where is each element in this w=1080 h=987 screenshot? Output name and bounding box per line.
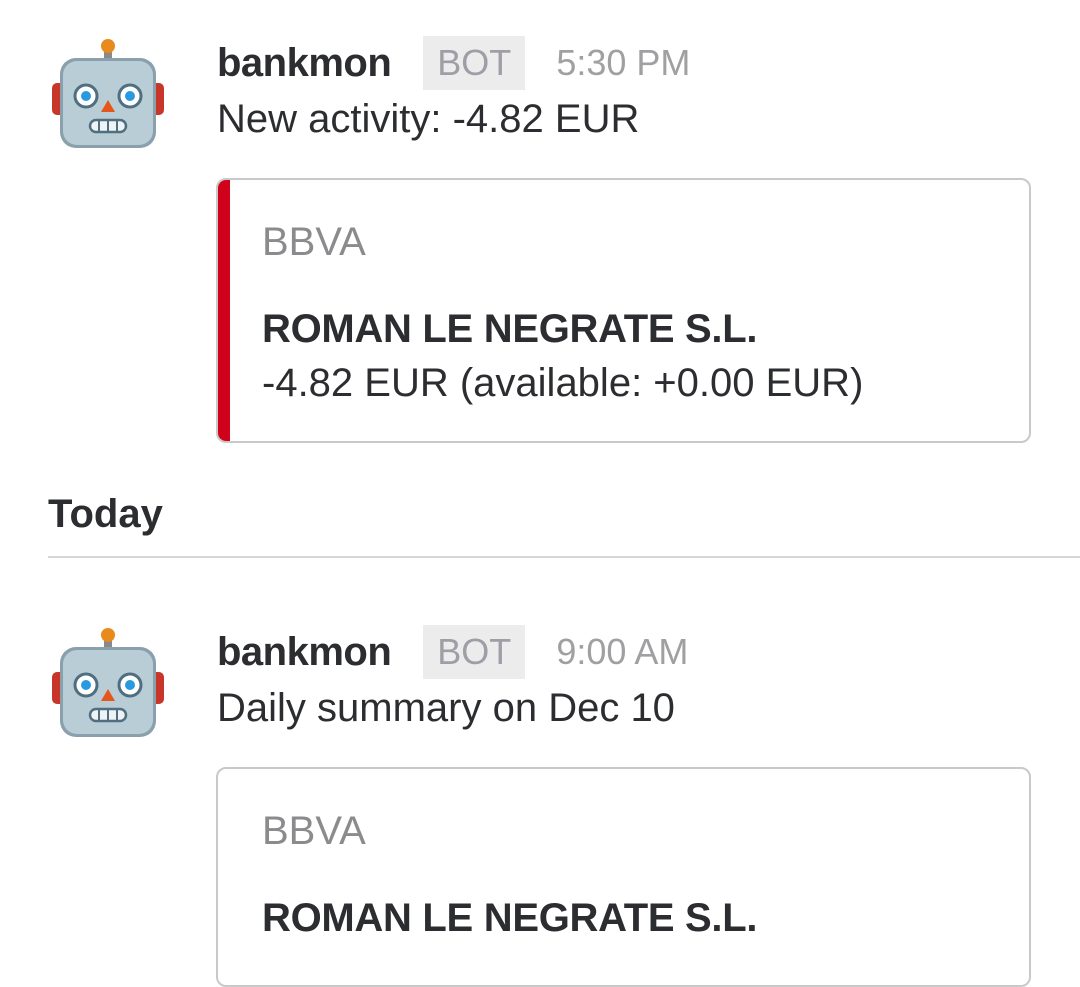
- robot-face-icon[interactable]: [52, 38, 164, 150]
- sender-name[interactable]: bankmon: [217, 630, 392, 675]
- attachment-service: BBVA: [262, 220, 366, 264]
- message-text: Daily summary on Dec 10: [217, 686, 675, 730]
- bot-badge: BOT: [423, 36, 526, 90]
- bot-badge: BOT: [423, 625, 526, 679]
- attachment-service: BBVA: [262, 809, 366, 853]
- attachment-card: BBVA ROMAN LE NEGRATE S.L.: [216, 767, 1031, 987]
- day-divider-label: Today: [48, 492, 163, 536]
- attachment-color-bar: [218, 180, 230, 441]
- message: bankmon BOT 9:00 AM Daily summary on Dec…: [0, 622, 1080, 987]
- message-text: New activity: -4.82 EUR: [217, 97, 640, 141]
- robot-face-icon[interactable]: [52, 627, 164, 739]
- day-divider-line: [48, 556, 1080, 558]
- message-header: bankmon BOT 9:00 AM: [217, 622, 688, 682]
- sender-name[interactable]: bankmon: [217, 41, 392, 86]
- attachment-title: ROMAN LE NEGRATE S.L.: [262, 896, 758, 940]
- attachment-body: -4.82 EUR (available: +0.00 EUR): [262, 361, 864, 405]
- message: bankmon BOT 5:30 PM New activity: -4.82 …: [0, 33, 1080, 453]
- attachment-card: BBVA ROMAN LE NEGRATE S.L. -4.82 EUR (av…: [216, 178, 1031, 443]
- attachment-title: ROMAN LE NEGRATE S.L.: [262, 307, 758, 351]
- timestamp[interactable]: 5:30 PM: [556, 42, 690, 84]
- message-header: bankmon BOT 5:30 PM: [217, 33, 690, 93]
- timestamp[interactable]: 9:00 AM: [556, 631, 688, 673]
